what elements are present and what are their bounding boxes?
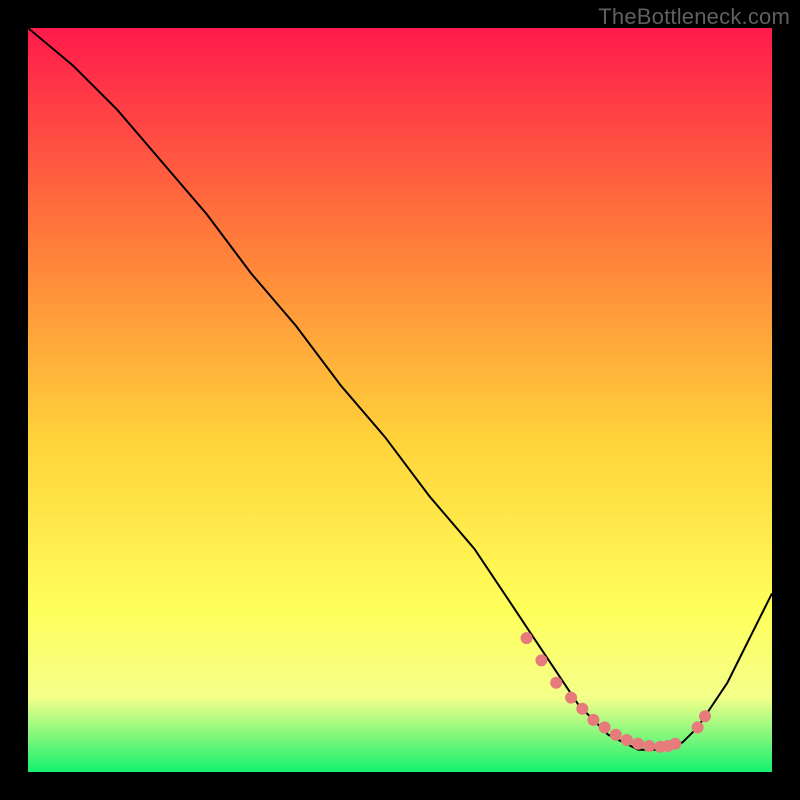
chart-plot-area bbox=[28, 28, 772, 772]
watermark-text: TheBottleneck.com bbox=[598, 4, 790, 30]
highlight-dot bbox=[535, 654, 547, 666]
highlight-dot bbox=[565, 692, 577, 704]
highlight-dot bbox=[521, 632, 533, 644]
highlight-dot bbox=[643, 740, 655, 752]
chart-frame: TheBottleneck.com bbox=[0, 0, 800, 800]
highlight-dot bbox=[610, 729, 622, 741]
highlight-dot bbox=[669, 738, 681, 750]
highlight-dot bbox=[692, 721, 704, 733]
highlight-dot bbox=[599, 721, 611, 733]
highlight-dot bbox=[550, 677, 562, 689]
chart-svg bbox=[28, 28, 772, 772]
highlight-dot bbox=[576, 703, 588, 715]
gradient-background bbox=[28, 28, 772, 772]
highlight-dot bbox=[632, 738, 644, 750]
highlight-dot bbox=[621, 734, 633, 746]
highlight-dot bbox=[587, 714, 599, 726]
highlight-dot bbox=[699, 710, 711, 722]
